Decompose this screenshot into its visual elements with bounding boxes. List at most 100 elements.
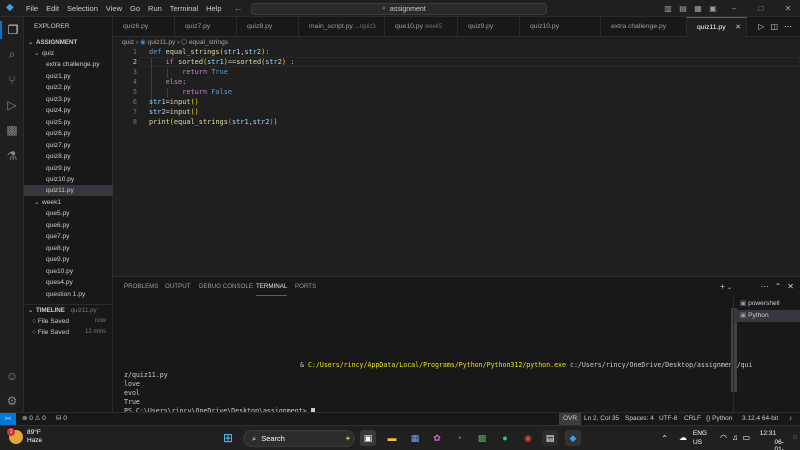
file-item[interactable]: quiz7.py (24, 140, 113, 151)
more-actions-icon[interactable]: ⋯ (784, 17, 792, 37)
split-editor-icon[interactable]: ◫ (770, 17, 778, 37)
testing-icon[interactable]: ⚗ (0, 147, 24, 165)
vscode-taskbar-icon[interactable]: ◆ (565, 430, 581, 446)
file-item[interactable]: quiz1.py (24, 71, 113, 82)
weather-widget[interactable]: 1 89°F Haze (7, 428, 42, 445)
menu-help[interactable]: Help (202, 4, 225, 13)
file-item[interactable]: quiz2.py (24, 82, 113, 93)
file-item[interactable]: quiz3.py (24, 94, 113, 105)
chrome-icon[interactable]: ◉ (520, 430, 536, 446)
terminal-output[interactable]: & C:/Users/rincy/AppData/Local/Programs/… (124, 301, 753, 415)
file-item[interactable]: que8.py (24, 243, 113, 254)
battery-icon[interactable]: ▭ (742, 433, 750, 442)
wifi-icon[interactable]: ◠ (720, 433, 727, 442)
run-debug-icon[interactable]: ▷ (0, 96, 24, 114)
code-editor[interactable]: 1 2 3 4 5 6 7 8 def equal_strings(str1,s… (113, 48, 800, 276)
chevron-down-icon[interactable]: ⌄ (727, 285, 732, 291)
breadcrumb-item[interactable]: equal_strings (189, 39, 228, 46)
file-item[interactable]: quiz5.py (24, 117, 113, 128)
toggle-secondary-sidebar-icon[interactable]: ▦ (692, 4, 704, 13)
folder-quiz[interactable]: ⌄ quiz (24, 48, 113, 59)
tab-output[interactable]: OUTPUT (165, 277, 190, 296)
edge-icon[interactable]: ◔ (451, 430, 467, 446)
file-item[interactable]: extra challenge.py (24, 59, 113, 70)
tab-quiz9[interactable]: quiz9.py (458, 17, 520, 37)
tab-ports[interactable]: PORTS (295, 277, 316, 296)
tab-quiz6[interactable]: quiz6.py (113, 17, 175, 37)
file-item[interactable]: quiz9.py (24, 163, 113, 174)
search-view-icon[interactable]: ⌕ (0, 45, 24, 63)
file-item[interactable]: que7.py (24, 231, 113, 242)
tab-quiz11[interactable]: quiz11.py ✕ (687, 17, 747, 37)
extensions-icon[interactable]: ▩ (0, 121, 24, 139)
more-actions-icon[interactable]: ⋯ (761, 282, 769, 291)
file-item[interactable]: quiz6.py (24, 128, 113, 139)
file-item[interactable]: question 1.py (24, 289, 113, 300)
tab-problems[interactable]: PROBLEMS (124, 277, 158, 296)
workspace-root[interactable]: ⌄ ASSIGNMENT (24, 37, 113, 48)
explorer-icon[interactable]: ❐ (0, 21, 24, 39)
toggle-panel-icon[interactable]: ▤ (677, 4, 689, 13)
breadcrumb-item[interactable]: quiz11.py (148, 39, 176, 46)
task-view-icon[interactable]: ▣ (360, 430, 376, 446)
menu-terminal[interactable]: Terminal (166, 4, 202, 13)
file-item[interactable]: que10.py (24, 266, 113, 277)
input-language[interactable]: ENG (693, 430, 707, 437)
file-item[interactable]: ques4.py (24, 277, 113, 288)
folder-week1[interactable]: ⌄ week1 (24, 197, 113, 208)
file-item[interactable]: que9.py (24, 254, 113, 265)
file-item[interactable]: quiz4.py (24, 105, 113, 116)
menu-view[interactable]: View (102, 4, 126, 13)
volume-icon[interactable]: ♫ (732, 433, 738, 442)
file-item[interactable]: quiz8.py (24, 151, 113, 162)
close-window-icon[interactable]: ✕ (776, 4, 800, 13)
spotify-icon[interactable]: ● (497, 430, 513, 446)
timeline-entry[interactable]: ○ File Saved now (24, 316, 113, 327)
tray-chevron-up-icon[interactable]: ⌃ (661, 434, 668, 443)
file-item-selected[interactable]: quiz11.py (24, 185, 113, 196)
tab-terminal[interactable]: TERMINAL (256, 277, 288, 296)
tab-quiz7[interactable]: quiz7.py (175, 17, 237, 37)
close-panel-icon[interactable]: ✕ (787, 282, 794, 291)
timeline-header[interactable]: ⌄ TIMELINE quiz11.py (24, 304, 113, 315)
maximize-icon[interactable]: □ (749, 4, 773, 13)
menu-go[interactable]: Go (126, 4, 144, 13)
menu-file[interactable]: File (22, 4, 42, 13)
tab-que10[interactable]: que10.py week5 (385, 17, 458, 37)
timeline-entry[interactable]: ○ File Saved 12 mins (24, 327, 113, 338)
close-tab-icon[interactable]: ✕ (735, 18, 741, 37)
file-explorer-icon[interactable]: ▬ (384, 430, 400, 446)
tab-quiz8[interactable]: quiz8.py (237, 17, 299, 37)
terminal-app-icon[interactable]: ▤ (542, 430, 558, 446)
notification-bell-icon[interactable]: ◌ (793, 434, 797, 441)
command-center-search[interactable]: ⌕ assignment (251, 3, 547, 15)
toggle-sidebar-icon[interactable]: ▥ (662, 4, 674, 13)
file-item[interactable]: que6.py (24, 220, 113, 231)
terminal-item-python[interactable]: ▣ Python (734, 310, 800, 322)
clock-time[interactable]: 12:31 (760, 430, 776, 437)
windows-start-icon[interactable]: ⊞ (220, 430, 236, 446)
menu-edit[interactable]: Edit (42, 4, 63, 13)
file-item[interactable]: quiz10.py (24, 174, 113, 185)
terminal-item-powershell[interactable]: ▣ powershell (734, 298, 800, 310)
layout-icon[interactable]: ▣ (707, 4, 719, 13)
settings-gear-icon[interactable]: ⚙ (0, 392, 24, 410)
tab-extra-challenge[interactable]: extra challenge.py (601, 17, 687, 37)
tab-debug-console[interactable]: DEBUG CONSOLE (199, 277, 253, 296)
onedrive-cloud-icon[interactable]: ☁ (679, 433, 687, 442)
tab-quiz10[interactable]: quiz10.py (520, 17, 601, 37)
menu-selection[interactable]: Selection (63, 4, 102, 13)
maximize-panel-icon[interactable]: ⌃ (775, 282, 782, 291)
app-icon[interactable]: ▩ (474, 430, 490, 446)
run-file-icon[interactable]: ▷ (758, 17, 764, 37)
new-terminal-icon[interactable]: + (720, 282, 725, 291)
minimize-icon[interactable]: – (722, 4, 746, 13)
back-arrow-icon[interactable]: ← (234, 3, 243, 13)
tab-main-script[interactable]: main_script.py ...\quiz3 (299, 17, 385, 37)
accounts-icon[interactable]: ☺ (0, 367, 24, 385)
file-item[interactable]: que5.py (24, 208, 113, 219)
taskbar-search[interactable]: ⌕ Search ✦ (243, 430, 355, 447)
microsoft-store-icon[interactable]: ▦ (407, 430, 423, 446)
menu-run[interactable]: Run (144, 4, 166, 13)
source-control-icon[interactable]: ⑂ (0, 71, 24, 89)
